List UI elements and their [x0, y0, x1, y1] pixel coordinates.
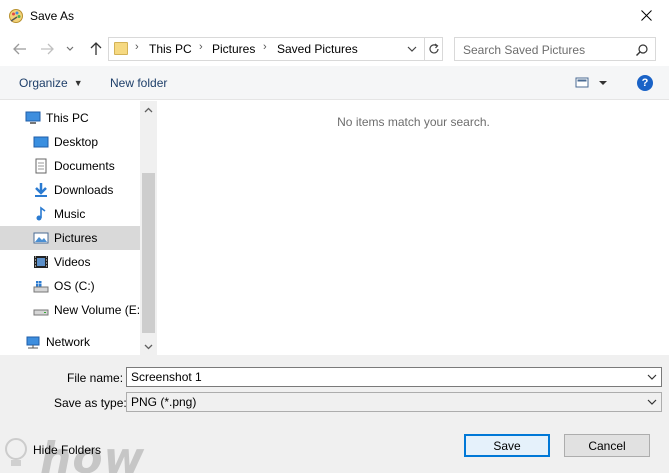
- address-bar[interactable]: › This PC › Pictures › Saved Pictures: [108, 37, 443, 61]
- save-as-type-label: Save as type:: [54, 396, 127, 410]
- sidebar-item-label: Network: [46, 335, 91, 349]
- scroll-thumb[interactable]: [142, 173, 155, 333]
- sidebar-item-label: OS (C:): [54, 279, 95, 293]
- refresh-icon: [429, 43, 439, 54]
- sidebar-item-label: Desktop: [54, 135, 99, 149]
- search-placeholder: Search Saved Pictures: [463, 43, 586, 57]
- help-button[interactable]: ?: [637, 75, 653, 91]
- title-bar: Save As: [0, 0, 669, 32]
- recent-locations-button[interactable]: [63, 39, 77, 59]
- file-name-dropdown-button[interactable]: [646, 371, 658, 383]
- sidebar-item-downloads[interactable]: Downloads: [0, 178, 140, 202]
- breadcrumb-pictures[interactable]: Pictures: [212, 42, 255, 56]
- sidebar-item-label: Pictures: [54, 231, 98, 245]
- chevron-right-icon: ›: [263, 41, 267, 53]
- breadcrumb-saved-pictures[interactable]: Saved Pictures: [277, 42, 358, 56]
- file-list[interactable]: No items match your search.: [158, 101, 669, 355]
- cancel-button[interactable]: Cancel: [564, 434, 650, 457]
- up-arrow-icon: [90, 42, 102, 55]
- sidebar-item-os-c[interactable]: OS (C:): [0, 274, 140, 298]
- sidebar-item-label: Music: [54, 207, 86, 221]
- save-as-type-value: PNG (*.png): [131, 395, 197, 409]
- chevron-right-icon: ›: [135, 41, 139, 53]
- navigation-bar: › This PC › Pictures › Saved Pictures Se…: [0, 33, 669, 65]
- close-icon: [640, 10, 652, 21]
- sidebar-item-label: Documents: [54, 159, 115, 173]
- computer-icon: [25, 111, 41, 124]
- windows-drive-icon: [33, 281, 49, 293]
- new-folder-button[interactable]: New folder: [110, 76, 167, 90]
- save-as-type-select[interactable]: PNG (*.png): [126, 392, 662, 412]
- forward-arrow-icon: [41, 43, 54, 55]
- scroll-up-button[interactable]: [140, 101, 157, 118]
- sidebar-item-network[interactable]: Network: [0, 330, 140, 354]
- sidebar-item-new-volume-e[interactable]: New Volume (E:): [0, 298, 144, 322]
- drive-icon: [33, 309, 49, 316]
- sidebar-item-desktop[interactable]: Desktop: [0, 130, 140, 154]
- close-button[interactable]: [623, 0, 669, 31]
- chevron-up-icon: [144, 107, 153, 112]
- forward-button[interactable]: [37, 39, 57, 59]
- file-name-value: Screenshot 1: [131, 370, 202, 384]
- chevron-down-icon: [407, 46, 417, 52]
- sidebar-item-videos[interactable]: Videos: [0, 250, 140, 274]
- file-name-label: File name:: [67, 371, 124, 385]
- chevron-down-icon: [647, 374, 657, 380]
- change-view-button[interactable]: [575, 76, 611, 90]
- hide-folders-toggle[interactable]: how Hide Folders: [0, 431, 160, 473]
- organize-label: Organize: [19, 76, 68, 90]
- chevron-down-icon: [66, 46, 74, 51]
- sidebar-item-label: Downloads: [54, 183, 114, 197]
- view-options-icon: [575, 77, 607, 88]
- caret-down-icon: ▼: [73, 78, 83, 88]
- chevron-down-icon: [647, 399, 657, 405]
- sidebar-item-label: Videos: [54, 255, 91, 269]
- sidebar-item-label: New Volume (E:): [54, 303, 145, 317]
- scroll-down-button[interactable]: [140, 338, 157, 355]
- documents-icon: [35, 158, 47, 174]
- navigation-pane: This PC Desktop Documents Downloads Musi…: [0, 101, 157, 355]
- up-button[interactable]: [86, 39, 106, 59]
- sidebar-scrollbar[interactable]: [140, 101, 157, 355]
- file-name-input[interactable]: Screenshot 1: [126, 367, 662, 387]
- hide-folders-label: Hide Folders: [33, 443, 102, 457]
- sidebar-item-music[interactable]: Music: [0, 202, 140, 226]
- downloads-icon: [35, 183, 47, 197]
- back-arrow-icon: [13, 43, 26, 55]
- refresh-button[interactable]: [424, 38, 443, 60]
- music-icon: [36, 206, 46, 221]
- breadcrumb-this-pc[interactable]: This PC: [149, 42, 192, 56]
- address-dropdown-button[interactable]: [407, 41, 421, 57]
- paint-app-icon: [9, 9, 23, 23]
- organize-button[interactable]: Organize ▼: [19, 76, 83, 90]
- save-form-panel: File name: Screenshot 1 Save as type: PN…: [0, 355, 669, 473]
- command-toolbar: Organize ▼ New folder ?: [0, 66, 669, 100]
- network-icon: [26, 336, 40, 349]
- sidebar-item-this-pc[interactable]: This PC: [0, 106, 140, 130]
- save-as-type-dropdown-button[interactable]: [646, 396, 658, 408]
- search-box[interactable]: Search Saved Pictures: [454, 37, 656, 61]
- search-icon[interactable]: [635, 43, 649, 57]
- lightbulb-watermark-icon: [5, 438, 27, 466]
- empty-state-message: No items match your search.: [337, 115, 490, 129]
- pictures-icon: [33, 232, 49, 244]
- save-button[interactable]: Save: [464, 434, 550, 457]
- window-title: Save As: [30, 9, 75, 23]
- sidebar-item-documents[interactable]: Documents: [0, 154, 140, 178]
- chevron-right-icon: ›: [199, 41, 203, 53]
- sidebar-item-pictures[interactable]: Pictures: [0, 226, 140, 250]
- videos-icon: [34, 256, 48, 268]
- back-button[interactable]: [10, 39, 30, 59]
- folder-icon: [114, 42, 128, 55]
- chevron-down-icon: [144, 344, 153, 349]
- sidebar-item-label: This PC: [46, 111, 89, 125]
- desktop-icon: [33, 136, 49, 148]
